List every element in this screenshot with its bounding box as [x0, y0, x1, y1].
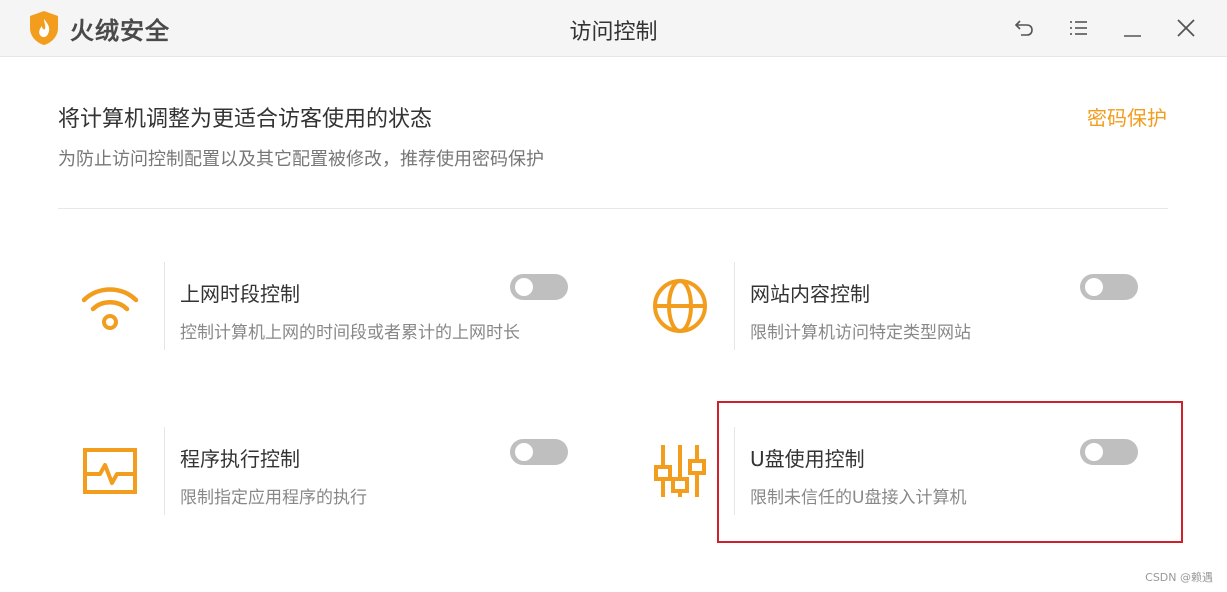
list-menu-icon	[1070, 21, 1087, 35]
card-title: 程序执行控制	[180, 447, 300, 471]
internet-time-toggle[interactable]	[510, 274, 568, 300]
card-website-content: 网站内容控制 限制计算机访问特定类型网站	[640, 262, 1140, 352]
undo-arrow-icon	[1014, 20, 1033, 36]
title-bar: 火绒安全 访问控制	[0, 0, 1227, 57]
watermark: CSDN @赖遇	[1145, 571, 1213, 584]
card-divider	[164, 427, 165, 515]
sliders-icon	[654, 445, 706, 497]
card-title: 网站内容控制	[750, 282, 870, 306]
page-subheading: 为防止访问控制配置以及其它配置被修改，推荐使用密码保护	[58, 149, 544, 170]
globe-icon	[653, 279, 707, 333]
back-button[interactable]	[1010, 14, 1038, 42]
toggle-knob	[1085, 278, 1103, 296]
card-description: 控制计算机上网的时间段或者累计的上网时长	[180, 323, 520, 343]
toggle-knob	[515, 443, 533, 461]
minimize-icon	[1124, 35, 1141, 37]
close-button[interactable]	[1172, 14, 1200, 42]
card-program-execution: 程序执行控制 限制指定应用程序的执行	[70, 427, 570, 517]
card-description: 限制指定应用程序的执行	[180, 488, 367, 508]
card-title: 上网时段控制	[180, 282, 300, 306]
card-divider	[164, 262, 165, 350]
program-execution-toggle[interactable]	[510, 439, 568, 465]
card-internet-time: 上网时段控制 控制计算机上网的时间段或者累计的上网时长	[70, 262, 570, 352]
header-divider	[58, 208, 1168, 209]
toggle-knob	[515, 278, 533, 296]
close-icon	[1177, 19, 1195, 37]
menu-button[interactable]	[1064, 14, 1092, 42]
monitor-pulse-icon	[83, 448, 137, 494]
wifi-icon	[81, 287, 139, 330]
minimize-button[interactable]	[1118, 14, 1146, 42]
highlight-box	[717, 401, 1183, 543]
website-content-toggle[interactable]	[1080, 274, 1138, 300]
password-protect-link[interactable]: 密码保护	[1087, 102, 1167, 131]
window-title: 访问控制	[569, 20, 658, 45]
page-heading: 将计算机调整为更适合访客使用的状态	[58, 107, 433, 132]
card-divider	[734, 262, 735, 350]
card-description: 限制计算机访问特定类型网站	[750, 323, 971, 343]
